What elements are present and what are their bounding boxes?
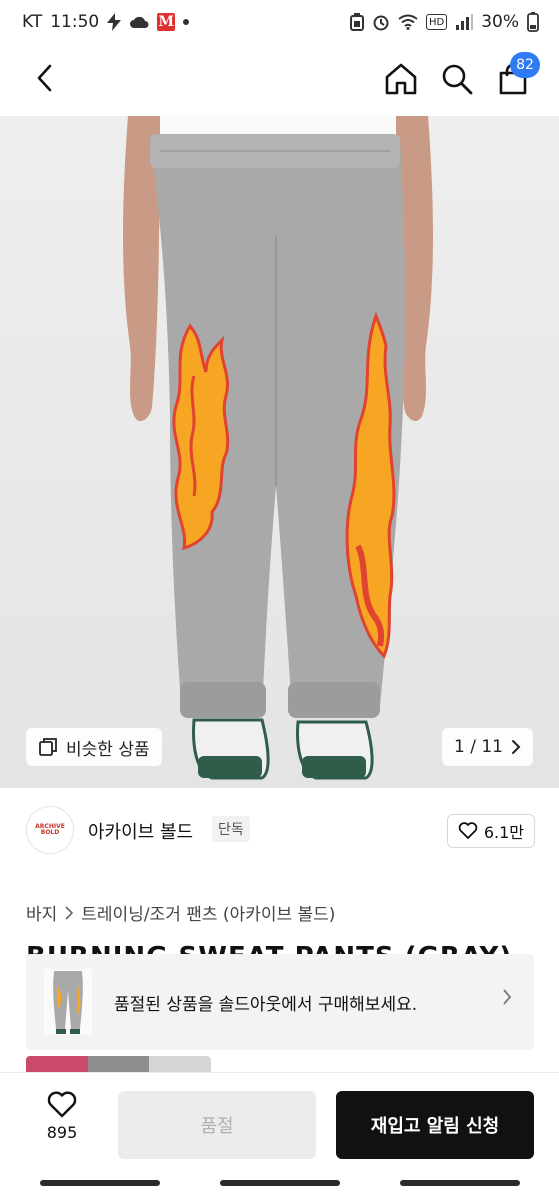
system-navigation-bar (0, 1166, 559, 1200)
image-index: 1 / 11 (454, 737, 503, 757)
home-icon (385, 63, 417, 95)
banner-product-thumbnail (44, 969, 92, 1035)
signal-icon (455, 14, 474, 30)
top-navigation: 82 (0, 44, 559, 114)
hd-icon: HD (425, 14, 448, 30)
battery-icon (527, 12, 539, 32)
gesture-handles (0, 1180, 559, 1186)
brand-like-count: 6.1만 (483, 823, 524, 842)
clock: 11:50 (50, 12, 100, 32)
soldout-button[interactable]: 품절 (118, 1091, 316, 1159)
chevron-left-icon (37, 64, 52, 92)
chevron-right-icon (512, 740, 521, 754)
restock-alert-button[interactable]: 재입고 알림 신청 (336, 1091, 534, 1159)
soldout-banner-text: 품절된 상품을 솔드아웃에서 구매해보세요. (114, 994, 418, 1015)
status-bar: KT 11:50 M HD 30% (0, 0, 559, 44)
battery-saver-icon (349, 13, 364, 31)
soldout-banner[interactable]: 품절된 상품을 솔드아웃에서 구매해보세요. (26, 954, 534, 1050)
notification-dot-icon (183, 19, 190, 25)
copy-icon (39, 738, 57, 756)
cloud-icon (129, 15, 149, 29)
carrier-label: KT (22, 12, 43, 32)
product-photo (123, 116, 433, 780)
breadcrumb-item-subcategory[interactable]: 트레이닝/조거 팬츠 (아카이브 볼드) (81, 900, 335, 925)
exclusive-badge: 단독 (212, 816, 250, 842)
brand-logo[interactable]: ARCHIVE BOLD (26, 806, 74, 854)
image-pager[interactable]: 1 / 11 (442, 728, 533, 766)
bottom-action-bar: 895 품절 재입고 알림 신청 (0, 1072, 559, 1166)
heart-icon (458, 822, 478, 839)
search-icon (442, 64, 473, 95)
heart-icon (47, 1091, 77, 1118)
nav-handle-left[interactable] (39, 1180, 160, 1186)
brand-row: ARCHIVE BOLD 아카이브 볼드 단독 6.1만 (0, 800, 559, 862)
alarm-icon (372, 13, 390, 31)
wifi-icon (398, 14, 418, 30)
battery-percent: 30% (481, 12, 519, 32)
product-image-carousel[interactable]: 비슷한 상품 1 / 11 (0, 116, 559, 788)
brand-name[interactable]: 아카이브 볼드 (88, 818, 193, 844)
nav-handle-right[interactable] (399, 1180, 520, 1186)
nav-handle-center[interactable] (219, 1180, 340, 1186)
back-button[interactable] (24, 58, 64, 98)
cart-button[interactable]: 82 (492, 52, 540, 100)
breadcrumb: 바지 트레이닝/조거 팬츠 (아카이브 볼드) (26, 900, 335, 925)
chevron-right-icon (503, 989, 512, 1005)
lightning-icon (107, 13, 122, 31)
chevron-right-icon (65, 905, 74, 920)
breadcrumb-item-pants[interactable]: 바지 (26, 900, 57, 925)
status-right: HD 30% (349, 12, 539, 32)
home-button[interactable] (380, 58, 422, 100)
wishlist-count: 895 (46, 1123, 78, 1142)
brand-like-button[interactable]: 6.1만 (446, 814, 535, 848)
status-left: KT 11:50 M (22, 12, 190, 32)
m-app-icon: M (157, 13, 176, 31)
search-button[interactable] (436, 58, 478, 100)
wishlist-button[interactable]: 895 (28, 1091, 96, 1151)
similar-products-label: 비슷한 상품 (66, 739, 150, 760)
cart-count-badge: 82 (510, 52, 540, 78)
similar-products-button[interactable]: 비슷한 상품 (26, 728, 162, 766)
